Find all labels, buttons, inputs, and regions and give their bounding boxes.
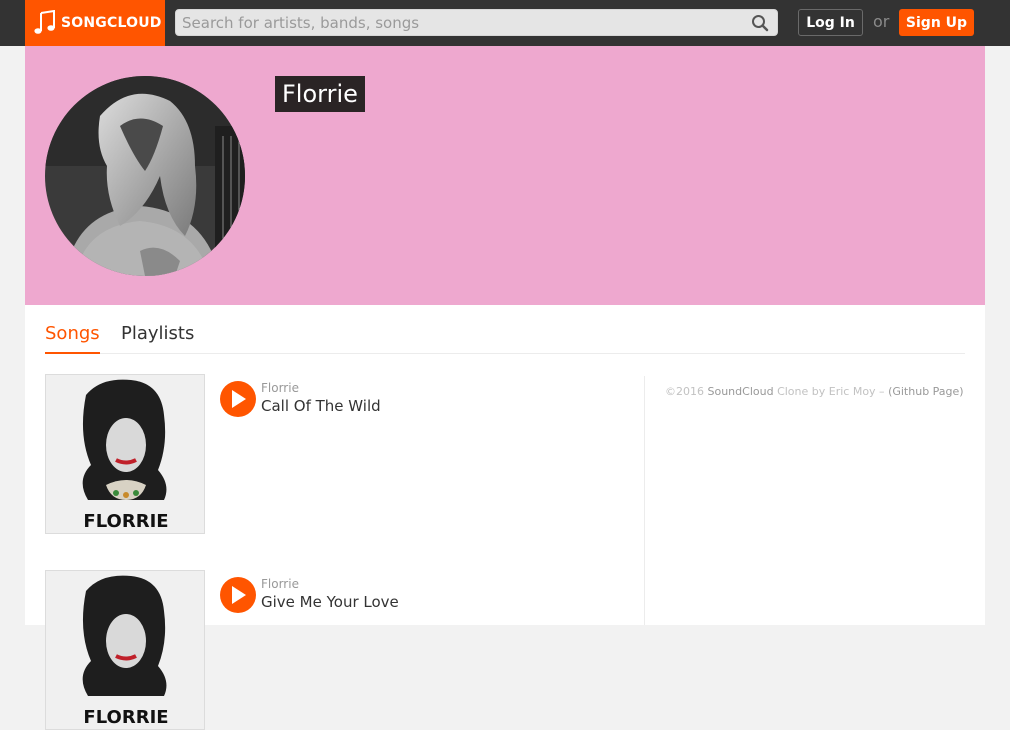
song-item: FLORRIE Florrie Call Of The Wild [45, 374, 635, 534]
or-separator: or [873, 12, 890, 31]
footer-clone-text: Clone by Eric Moy – [777, 385, 885, 398]
music-note-icon [34, 10, 55, 34]
profile-banner: Florrie [25, 46, 985, 305]
cover-text: FLORRIE [83, 707, 168, 728]
search-bar [175, 9, 778, 36]
footer-credit: ©2016 SoundCloud Clone by Eric Moy – (Gi… [665, 385, 964, 398]
cover-portrait: FLORRIE [46, 571, 204, 729]
song-cover-art[interactable]: FLORRIE [45, 570, 205, 730]
avatar-photo [45, 76, 245, 276]
song-title[interactable]: Give Me Your Love [261, 593, 399, 611]
footer-github-link[interactable]: (Github Page) [888, 385, 964, 398]
artist-name: Florrie [275, 76, 365, 112]
tab-playlists[interactable]: Playlists [121, 323, 194, 354]
sidebar-divider [644, 376, 645, 625]
profile-tabs: Songs Playlists [45, 323, 965, 354]
signup-button[interactable]: Sign Up [899, 9, 974, 36]
play-button[interactable] [220, 577, 256, 613]
tab-songs[interactable]: Songs [45, 323, 100, 354]
song-artist[interactable]: Florrie [261, 381, 299, 395]
footer-year: ©2016 [665, 385, 704, 398]
logo-text: SONGCLOUD [61, 15, 162, 31]
search-input[interactable] [176, 10, 777, 35]
song-artist[interactable]: Florrie [261, 577, 299, 591]
login-button[interactable]: Log In [798, 9, 863, 36]
songcloud-logo[interactable]: SONGCLOUD [25, 0, 165, 46]
play-button[interactable] [220, 381, 256, 417]
song-title[interactable]: Call Of The Wild [261, 397, 381, 415]
play-icon [232, 586, 246, 604]
song-item: FLORRIE Florrie Give Me Your Love [45, 570, 635, 730]
play-icon [232, 390, 246, 408]
search-icon[interactable] [751, 14, 769, 32]
song-cover-art[interactable]: FLORRIE [45, 374, 205, 534]
artist-avatar [45, 76, 245, 276]
cover-text: FLORRIE [83, 511, 168, 532]
footer-soundcloud-link[interactable]: SoundCloud [708, 385, 774, 398]
cover-portrait: FLORRIE [46, 375, 204, 533]
top-navbar: SONGCLOUD Log In or Sign Up [0, 0, 1010, 46]
profile-page: Florrie Songs Playlists FLORRIE Florrie … [25, 46, 985, 730]
